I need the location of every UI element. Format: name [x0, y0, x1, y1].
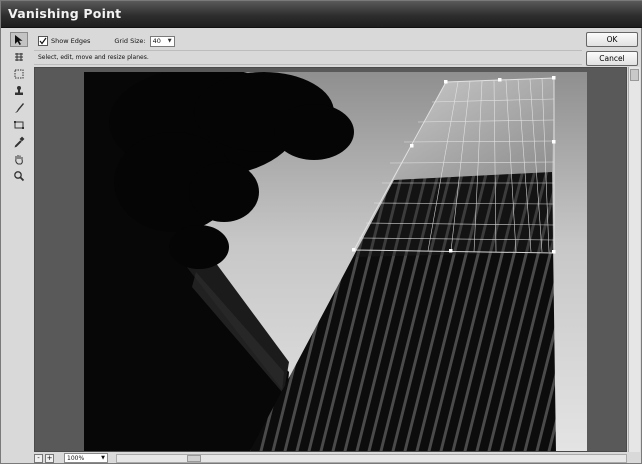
chevron-down-icon: ▼ [101, 455, 105, 461]
grid-size-value: 40 [152, 37, 161, 45]
zoom-level-select[interactable]: 100% ▼ [64, 453, 108, 463]
stamp-icon [15, 85, 23, 95]
zoom-level-value: 100% [67, 454, 85, 462]
zoom-tool[interactable] [10, 168, 28, 183]
brush-tool[interactable] [10, 100, 28, 115]
cancel-button[interactable]: Cancel [586, 51, 638, 66]
chevron-down-icon: ▼ [167, 38, 172, 44]
scroll-thumb[interactable] [630, 69, 639, 81]
hand-tool[interactable] [10, 151, 28, 166]
window-title: Vanishing Point [8, 6, 122, 21]
vertical-scrollbar[interactable] [628, 67, 640, 452]
checkmark-icon [39, 37, 47, 45]
show-edges-label: Show Edges [51, 37, 91, 45]
create-plane-tool[interactable] [10, 49, 28, 64]
eyedropper-tool[interactable] [10, 134, 28, 149]
brush-icon [15, 102, 24, 113]
grid-size-label: Grid Size: [114, 37, 146, 45]
zoom-icon [14, 170, 25, 181]
building-photo [84, 72, 587, 451]
tool-palette [10, 32, 30, 185]
horizontal-scrollbar[interactable] [116, 454, 627, 463]
eyedropper-icon [14, 136, 25, 147]
transform-tool[interactable] [10, 117, 28, 132]
hand-icon [15, 154, 23, 164]
marquee-icon [14, 69, 24, 78]
zoom-out-button[interactable]: - [34, 453, 43, 463]
edit-plane-tool[interactable] [10, 32, 28, 47]
ok-button[interactable]: OK [586, 32, 638, 47]
title-bar: Vanishing Point [1, 1, 642, 28]
options-bar: Show Edges Grid Size: 40 ▼ [34, 32, 574, 50]
show-edges-checkbox[interactable] [38, 36, 48, 46]
vanishing-point-dialog: Vanishing Point Show Edges Grid Size: 40… [0, 0, 642, 464]
tool-hint-text: Select, edit, move and resize planes. [34, 50, 582, 65]
transform-icon [14, 120, 24, 129]
marquee-tool[interactable] [10, 66, 28, 81]
arrow-pointer-icon [15, 34, 23, 45]
preview-canvas[interactable] [34, 67, 627, 452]
stamp-tool[interactable] [10, 83, 28, 98]
create-plane-icon [15, 52, 23, 61]
grid-size-select[interactable]: 40 ▼ [149, 35, 175, 47]
zoom-in-button[interactable]: + [45, 453, 54, 463]
scroll-thumb[interactable] [187, 455, 201, 462]
